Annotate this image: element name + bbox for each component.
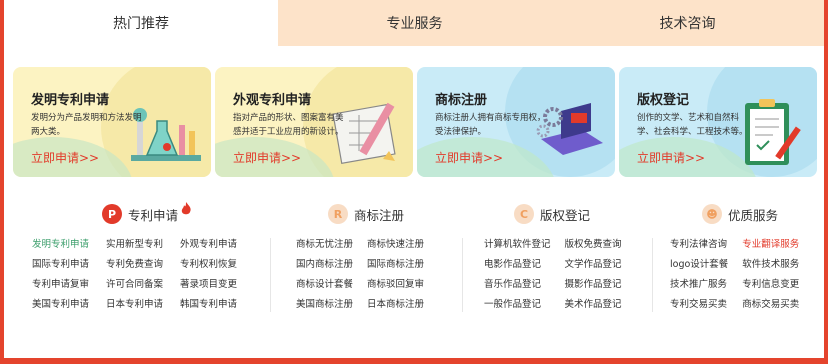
column-premium: ☻ 优质服务 专利法律咨询 专业翻译服务 logo设计套餐 软件技术服务 技术推… (662, 196, 818, 336)
card-invention-patent[interactable]: 发明专利申请 发明分为产品发明和方法发明两大类。 立即申请>> (13, 67, 211, 177)
column-header: P 专利申请 (102, 202, 192, 224)
link-copyright-search[interactable]: 版权免费查询 (565, 238, 622, 252)
apply-now-link[interactable]: 立即申请>> (637, 149, 705, 166)
card-title: 外观专利申请 (233, 93, 312, 108)
column-title: 商标注册 (354, 207, 405, 223)
link-tm-review[interactable]: 商标驳回复审 (367, 278, 424, 292)
link-tm-intl[interactable]: 国际商标注册 (367, 258, 424, 272)
trademark-links: 商标无忧注册 商标快速注册 国内商标注册 国际商标注册 商标设计套餐 商标驳回复… (296, 238, 424, 312)
link-software-tech[interactable]: 软件技术服务 (742, 258, 799, 272)
service-directory: P 专利申请 发明专利申请 实用新型专利 外观专利申请 国际专利申请 专利免费查… (18, 196, 818, 336)
column-trademark: R 商标注册 商标无忧注册 商标快速注册 国内商标注册 国际商标注册 商标设计套… (280, 196, 460, 336)
column-title: 优质服务 (728, 207, 779, 223)
tab-professional-service[interactable]: 专业服务 (278, 0, 551, 46)
card-trademark[interactable]: 商标注册 商标注册人拥有商标专用权，受法律保护。 立即申请>> (417, 67, 615, 177)
card-desc: 发明分为产品发明和方法发明两大类。 (31, 113, 142, 137)
link-patent-restore[interactable]: 专利权利恢复 (180, 258, 237, 272)
service-cards: 发明专利申请 发明分为产品发明和方法发明两大类。 立即申请>> 外观专利申请 指… (13, 67, 817, 177)
trademark-r-icon: R (328, 204, 348, 224)
card-desc: 商标注册人拥有商标专用权，受法律保护。 (435, 113, 546, 137)
column-title: 版权登记 (540, 207, 591, 223)
column-copyright: C 版权登记 计算机软件登记 版权免费查询 电影作品登记 文学作品登记 音乐作品… (472, 196, 652, 336)
link-tm-fast[interactable]: 商标快速注册 (367, 238, 424, 252)
link-software-copyright[interactable]: 计算机软件登记 (484, 238, 551, 252)
column-header: C 版权登记 (514, 204, 590, 224)
card-desc: 指对产品的形状、图案富有美感并适于工业应用的新设计。 (233, 113, 344, 137)
card-title: 发明专利申请 (31, 93, 110, 108)
link-license-filing[interactable]: 许可合同备案 (106, 278, 163, 292)
tab-tech-consult[interactable]: 技术咨询 (551, 0, 824, 46)
link-tech-promotion[interactable]: 技术推广服务 (670, 278, 728, 292)
card-design-patent[interactable]: 外观专利申请 指对产品的形状、图案富有美感并适于工业应用的新设计。 立即申请>> (215, 67, 413, 177)
link-tm-domestic[interactable]: 国内商标注册 (296, 258, 353, 272)
link-kr-patent[interactable]: 韩国专利申请 (180, 298, 237, 312)
link-music-copyright[interactable]: 音乐作品登记 (484, 278, 551, 292)
patent-p-icon: P (102, 204, 122, 224)
main-panel: 热门推荐 专业服务 技术咨询 发明专利申请 发明分为产品发明和方法发明两大类。 … (4, 0, 824, 358)
patent-links: 发明专利申请 实用新型专利 外观专利申请 国际专利申请 专利免费查询 专利权利恢… (32, 238, 237, 312)
column-header: ☻ 优质服务 (702, 204, 778, 224)
link-film-copyright[interactable]: 电影作品登记 (484, 258, 551, 272)
column-patent: P 专利申请 发明专利申请 实用新型专利 外观专利申请 国际专利申请 专利免费查… (18, 196, 258, 336)
link-tm-design[interactable]: 商标设计套餐 (296, 278, 353, 292)
link-literature-copyright[interactable]: 文学作品登记 (565, 258, 622, 272)
link-patent-review[interactable]: 专利申请复审 (32, 278, 89, 292)
link-tm-worryfree[interactable]: 商标无忧注册 (296, 238, 353, 252)
column-header: R 商标注册 (328, 204, 404, 224)
copyright-c-icon: C (514, 204, 534, 224)
copyright-links: 计算机软件登记 版权免费查询 电影作品登记 文学作品登记 音乐作品登记 摄影作品… (484, 238, 622, 312)
link-invention-patent[interactable]: 发明专利申请 (32, 238, 89, 252)
link-patent-search[interactable]: 专利免费查询 (106, 258, 163, 272)
link-patent-info-change[interactable]: 专利信息变更 (742, 278, 799, 292)
link-intl-patent[interactable]: 国际专利申请 (32, 258, 89, 272)
tab-bar: 热门推荐 专业服务 技术咨询 (4, 0, 824, 46)
link-patent-legal-consult[interactable]: 专利法律咨询 (670, 238, 728, 252)
tab-hot-recommend[interactable]: 热门推荐 (4, 0, 278, 46)
link-tm-jp[interactable]: 日本商标注册 (367, 298, 424, 312)
link-bibliographic-change[interactable]: 著录项目变更 (180, 278, 237, 292)
divider (652, 238, 653, 312)
column-title: 专利申请 (128, 207, 179, 223)
link-photo-copyright[interactable]: 摄影作品登记 (565, 278, 622, 292)
link-translation-service[interactable]: 专业翻译服务 (742, 238, 799, 252)
apply-now-link[interactable]: 立即申请>> (435, 149, 503, 166)
link-art-copyright[interactable]: 美术作品登记 (565, 298, 622, 312)
card-desc: 创作的文学、艺术和自然科学、社会科学、工程技术等。 (637, 113, 748, 137)
premium-links: 专利法律咨询 专业翻译服务 logo设计套餐 软件技术服务 技术推广服务 专利信… (670, 238, 799, 312)
link-us-patent[interactable]: 美国专利申请 (32, 298, 89, 312)
link-design-patent[interactable]: 外观专利申请 (180, 238, 237, 252)
link-trademark-trade[interactable]: 商标交易买卖 (742, 298, 799, 312)
link-tm-us[interactable]: 美国商标注册 (296, 298, 353, 312)
card-copyright[interactable]: 版权登记 创作的文学、艺术和自然科学、社会科学、工程技术等。 立即申请>> (619, 67, 817, 177)
link-logo-design[interactable]: logo设计套餐 (670, 258, 728, 272)
link-patent-trade[interactable]: 专利交易买卖 (670, 298, 728, 312)
divider (462, 238, 463, 312)
user-service-icon: ☻ (702, 204, 722, 224)
card-title: 版权登记 (637, 93, 690, 108)
apply-now-link[interactable]: 立即申请>> (233, 149, 301, 166)
link-jp-patent[interactable]: 日本专利申请 (106, 298, 163, 312)
hot-fire-icon (181, 202, 191, 215)
link-general-copyright[interactable]: 一般作品登记 (484, 298, 551, 312)
card-title: 商标注册 (435, 93, 488, 108)
divider (270, 238, 271, 312)
apply-now-link[interactable]: 立即申请>> (31, 149, 99, 166)
link-utility-model[interactable]: 实用新型专利 (106, 238, 163, 252)
